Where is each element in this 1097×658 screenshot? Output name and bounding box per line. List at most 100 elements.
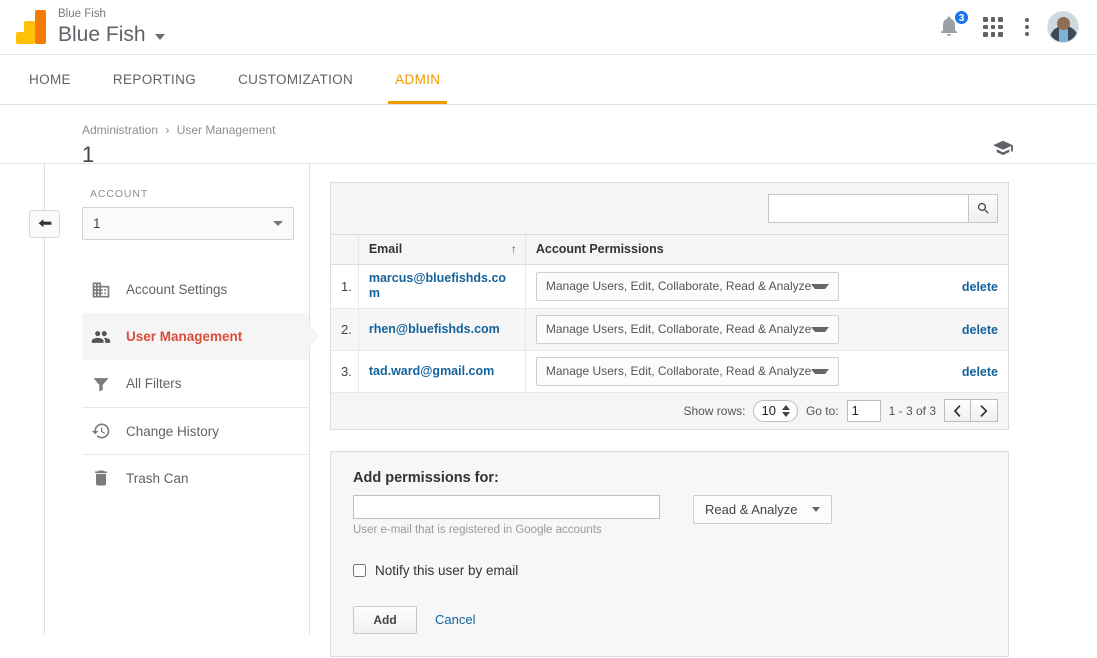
tab-customization[interactable]: CUSTOMIZATION [217, 55, 374, 104]
delete-link[interactable]: delete [962, 323, 998, 337]
user-email-link[interactable]: marcus@bluefishds.com [369, 271, 515, 302]
avatar[interactable] [1047, 11, 1079, 43]
chevron-down-icon [811, 326, 830, 332]
permission-select-value: Manage Users, Edit, Collaborate, Read & … [545, 364, 812, 379]
chevron-down-icon [811, 506, 820, 512]
permission-select[interactable]: Manage Users, Edit, Collaborate, Read & … [535, 271, 840, 301]
tab-customization-label: CUSTOMIZATION [238, 72, 354, 87]
breadcrumb-administration[interactable]: Administration [82, 123, 158, 137]
permission-select[interactable]: Manage Users, Edit, Collaborate, Read & … [535, 356, 840, 386]
breadcrumb-separator: › [165, 123, 170, 137]
notifications-button[interactable]: 3 [937, 9, 970, 40]
tab-reporting[interactable]: REPORTING [92, 55, 217, 104]
chevron-right-icon [979, 404, 987, 417]
sort-ascending-icon: ↑ [510, 242, 517, 256]
add-email-input[interactable] [353, 494, 660, 519]
pagination-buttons [944, 399, 998, 423]
table-row: 2. rhen@bluefishds.com Manage Users, Edi… [331, 308, 1008, 351]
notify-label: Notify this user by email [375, 562, 519, 578]
users-panel-toolbar [331, 183, 1008, 235]
add-email-hint: User e-mail that is registered in Google… [353, 523, 602, 536]
cancel-link[interactable]: Cancel [435, 612, 475, 627]
search-input[interactable] [768, 194, 968, 223]
permission-select-value: Manage Users, Edit, Collaborate, Read & … [545, 322, 812, 337]
search-group [768, 194, 998, 223]
account-label: ACCOUNT [90, 188, 149, 200]
delete-link[interactable]: delete [962, 280, 998, 294]
tab-reporting-label: REPORTING [112, 72, 197, 87]
back-button[interactable] [29, 210, 60, 238]
chevron-left-icon [953, 404, 961, 417]
add-permissions-row: User e-mail that is registered in Google… [353, 494, 986, 536]
col-email[interactable]: Email ↑ [358, 235, 526, 265]
top-bar-actions: 3 [937, 9, 1083, 43]
left-rail [0, 164, 82, 634]
users-table: Email ↑ Account Permissions 1. marcus@bl… [331, 235, 1008, 393]
row-actions-cell: delete [936, 264, 1008, 309]
row-permission-cell: Manage Users, Edit, Collaborate, Read & … [525, 308, 937, 351]
kebab-menu-icon[interactable] [1023, 16, 1029, 38]
show-rows-select[interactable]: 10 [753, 399, 798, 422]
chevron-down-icon [811, 283, 830, 289]
account-select[interactable]: 1 [82, 207, 294, 240]
col-account-permissions[interactable]: Account Permissions [525, 235, 937, 265]
account-select-value: 1 [93, 216, 101, 231]
row-email-cell: marcus@bluefishds.com [358, 264, 526, 309]
delete-link[interactable]: delete [962, 365, 998, 379]
google-analytics-logo[interactable] [16, 10, 46, 44]
prev-page-button[interactable] [944, 399, 971, 423]
permission-select[interactable]: Manage Users, Edit, Collaborate, Read & … [535, 314, 840, 344]
page-header: Administration › User Management 1 [0, 105, 1097, 167]
range-text: 1 - 3 of 3 [888, 403, 936, 418]
search-button[interactable] [968, 194, 998, 223]
tab-admin-label: ADMIN [395, 72, 441, 87]
table-header-row: Email ↑ Account Permissions [331, 235, 1008, 265]
sidebar-item-label: All Filters [126, 376, 182, 391]
table-row: 1. marcus@bluefishds.com Manage Users, E… [331, 264, 1008, 309]
notify-by-email-row[interactable]: Notify this user by email [353, 563, 986, 578]
sidebar-item-trash-can[interactable]: Trash Can [82, 454, 309, 501]
brand-block: Blue Fish Blue Fish [58, 8, 165, 45]
breadcrumb: Administration › User Management [82, 123, 1097, 137]
main-nav: HOME REPORTING CUSTOMIZATION ADMIN [0, 54, 1097, 105]
sidebar-item-all-filters[interactable]: All Filters [82, 360, 309, 407]
row-actions-cell: delete [936, 350, 1008, 393]
sidebar-item-label: Change History [126, 423, 220, 439]
breadcrumb-user-management[interactable]: User Management [177, 123, 276, 137]
main-content: Email ↑ Account Permissions 1. marcus@bl… [310, 164, 1097, 657]
col-number [331, 235, 359, 265]
apps-grid-icon[interactable] [983, 17, 1003, 37]
user-email-link[interactable]: tad.ward@gmail.com [369, 364, 494, 380]
notify-checkbox[interactable] [353, 563, 366, 577]
role-select[interactable]: Read & Analyze [693, 494, 832, 524]
add-email-group: User e-mail that is registered in Google… [353, 494, 660, 536]
next-page-button[interactable] [971, 399, 998, 423]
role-select-value: Read & Analyze [705, 501, 798, 517]
tab-admin[interactable]: ADMIN [374, 55, 461, 104]
tab-home-label: HOME [29, 72, 71, 87]
add-panel-actions: Add Cancel [353, 605, 986, 634]
sidebar-item-label: Account Settings [126, 282, 228, 297]
users-panel: Email ↑ Account Permissions 1. marcus@bl… [330, 182, 1009, 430]
trash-can-icon [90, 467, 112, 489]
row-email-cell: rhen@bluefishds.com [358, 308, 526, 351]
stepper-arrows-icon [781, 404, 790, 417]
add-permissions-panel: Add permissions for: User e-mail that is… [330, 450, 1009, 657]
row-permission-cell: Manage Users, Edit, Collaborate, Read & … [525, 264, 937, 309]
sidebar-item-account-settings[interactable]: Account Settings [82, 266, 309, 313]
row-number: 1. [331, 264, 359, 309]
admin-sidebar: ACCOUNT 1 Account Settings User Manageme… [82, 164, 319, 634]
goto-page-input[interactable] [846, 399, 881, 422]
add-button[interactable]: Add [353, 605, 417, 634]
user-email-link[interactable]: rhen@bluefishds.com [369, 322, 500, 338]
col-actions [936, 235, 1008, 265]
search-icon [977, 202, 989, 214]
sidebar-item-change-history[interactable]: Change History [82, 407, 309, 454]
tab-home[interactable]: HOME [8, 55, 92, 104]
graduation-cap-icon[interactable] [992, 138, 1014, 161]
sidebar-item-user-management[interactable]: User Management [82, 313, 319, 360]
row-actions-cell: delete [936, 308, 1008, 351]
table-row: 3. tad.ward@gmail.com Manage Users, Edit… [331, 350, 1008, 393]
people-group-icon [90, 326, 112, 348]
brand-property-selector[interactable]: Blue Fish [58, 24, 165, 45]
